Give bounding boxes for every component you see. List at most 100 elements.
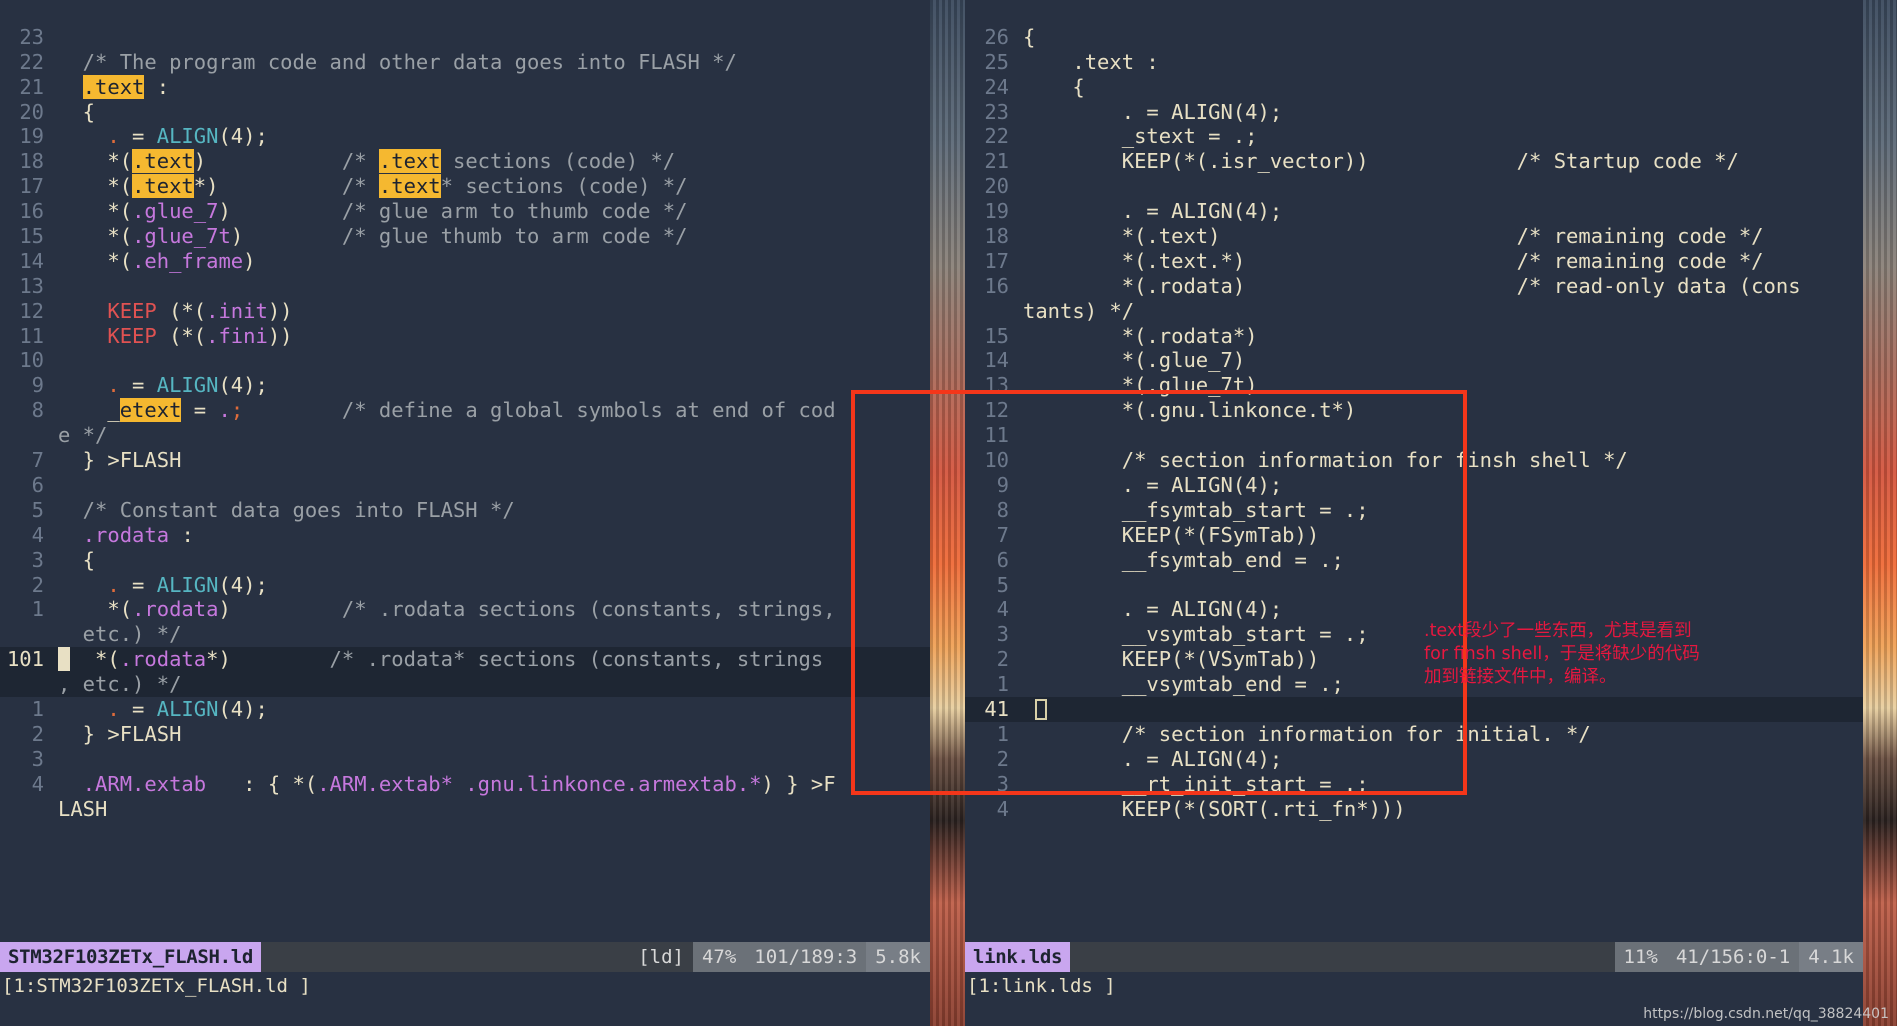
code-row: 17 *(.text*) /* .text* sections (code) *…: [0, 174, 930, 199]
tabline-right[interactable]: [1:link.lds ]: [965, 972, 1863, 1000]
tabline-left[interactable]: [1:STM32F103ZETx_FLASH.ld ]: [0, 972, 930, 1000]
text-cursor: [1035, 698, 1048, 720]
line-number: 7: [996, 522, 1009, 547]
code-text: *(.eh_frame): [58, 248, 256, 273]
code-row-wrap: , etc.) */: [0, 672, 930, 697]
code-text: __fsymtab_start = .;: [1023, 497, 1369, 522]
annotation-line: 加到链接文件中，编译。: [1424, 667, 1617, 687]
code-row: 5 /* Constant data goes into FLASH */: [0, 498, 930, 523]
code-row: 13 *(.glue_7t): [965, 373, 1863, 398]
line-number: 18: [19, 149, 44, 174]
code-row: 11 KEEP (*(.fini)): [0, 324, 930, 349]
code-row: 22 _stext = .;: [965, 124, 1863, 149]
line-number: 22: [984, 124, 1009, 149]
line-number: 6: [996, 547, 1009, 572]
line-number: 2: [31, 721, 44, 746]
code-row: 13: [0, 274, 930, 299]
line-number: 19: [984, 199, 1009, 224]
filename-label-right[interactable]: link.lds: [965, 942, 1071, 972]
annotation-line: .text段少了一些东西，尤其是看到: [1424, 621, 1692, 641]
filename-label-left[interactable]: STM32F103ZETx_FLASH.ld: [0, 942, 262, 972]
line-number: 9: [996, 472, 1009, 497]
code-row: 3 {: [0, 548, 930, 573]
code-row: 9 . = ALIGN(4);: [965, 473, 1863, 498]
line-number: 16: [19, 199, 44, 224]
code-text: *(.rodata*): [1023, 323, 1258, 348]
code-row: 1 . = ALIGN(4);: [0, 697, 930, 722]
code-text: /* section information for initial. */: [1023, 721, 1591, 746]
code-text: . = ALIGN(4);: [1023, 472, 1283, 497]
code-text: . = ALIGN(4);: [1023, 99, 1283, 124]
code-area-right[interactable]: 26{25 .text :24 {23 . = ALIGN(4); 22 _ste…: [965, 0, 1863, 930]
code-row: 2 } >FLASH: [0, 722, 930, 747]
code-lines-right: 26{25 .text :24 {23 . = ALIGN(4); 22 _ste…: [965, 0, 1863, 871]
editor-pane-right[interactable]: 26{25 .text :24 {23 . = ALIGN(4); 22 _ste…: [965, 0, 1863, 1026]
line-number: 12: [984, 398, 1009, 423]
code-row: 5: [965, 573, 1863, 598]
line-number: 19: [19, 124, 44, 149]
code-row: 6 __fsymtab_end = .;: [965, 548, 1863, 573]
line-number: 9: [31, 373, 44, 398]
code-row: 8 _etext = .; /* define a global symbols…: [0, 398, 930, 423]
line-number: 2: [996, 746, 1009, 771]
code-text: . = ALIGN(4);: [107, 373, 268, 398]
code-area-left[interactable]: 2 3 22 /* The program code and other data …: [0, 0, 930, 930]
line-number: 14: [19, 248, 44, 273]
code-row-wrap: etc.) */: [0, 622, 930, 647]
line-number: 21: [984, 149, 1009, 174]
code-row: 21 .text :: [0, 74, 930, 100]
line-number: 11: [984, 423, 1009, 448]
line-number: 13: [984, 373, 1009, 398]
code-text: /* The program code and other data goes …: [58, 49, 737, 74]
line-number: 3: [996, 771, 1009, 796]
line-number: 15: [984, 323, 1009, 348]
code-row: 20 {: [0, 100, 930, 125]
code-text: KEEP(*(FSymTab)): [1023, 522, 1320, 547]
line-number: 23: [984, 99, 1009, 124]
code-text: {: [1023, 24, 1036, 49]
code-row: 10 /* section information for finsh shel…: [965, 448, 1863, 473]
code-text: __fsymtab_end = .;: [1023, 547, 1344, 572]
line-number: 20: [19, 99, 44, 124]
line-number: 41: [984, 696, 1009, 721]
code-row: 25 .text :: [965, 50, 1863, 75]
code-text: __vsymtab_start = .;: [1023, 622, 1369, 647]
code-text: . = ALIGN(4);: [107, 124, 268, 149]
line-number: 18: [984, 224, 1009, 249]
code-text: . = ALIGN(4);: [1023, 597, 1283, 622]
code-text: *(.text) /* .text sections (code) */: [58, 149, 676, 174]
code-text: *(.text.*) /* remaining code */: [1023, 248, 1764, 273]
code-row: 4 . = ALIGN(4);: [965, 597, 1863, 622]
line-number: 22: [19, 49, 44, 74]
code-text: LASH: [58, 796, 108, 821]
file-size: 5.8k: [866, 942, 930, 972]
code-row: 1 __vsymtab_end = .;: [965, 672, 1863, 697]
code-text: /* section information for finsh shell *…: [1023, 448, 1628, 473]
code-text: .text :: [82, 74, 170, 99]
cursor-position: 41/156:0-1: [1666, 942, 1800, 972]
scroll-percent: 47%: [692, 942, 746, 972]
code-text: tants) */: [1023, 298, 1135, 323]
code-row-wrap: tants) */: [965, 299, 1863, 324]
code-row: 12 *(.gnu.linkonce.t*): [965, 398, 1863, 423]
line-number: 21: [19, 74, 44, 99]
code-text: *(.glue_7t): [1023, 373, 1258, 398]
code-text: . = ALIGN(4);: [1023, 746, 1283, 771]
code-text: {: [58, 547, 96, 572]
code-row: 4 .ARM.extab : { *(.ARM.extab* .gnu.link…: [0, 772, 930, 797]
code-text: .ARM.extab : { *(.ARM.extab* .gnu.linkon…: [82, 771, 836, 796]
code-text: KEEP(*(.isr_vector)) /* Startup code */: [1023, 149, 1739, 174]
line-number: 26: [984, 24, 1009, 49]
code-text: __rt_init_start = .;: [1023, 771, 1369, 796]
code-text: *(.text*) /* .text* sections (code) */: [58, 174, 688, 199]
code-row: 14 *(.eh_frame): [0, 249, 930, 274]
code-row: 8 __fsymtab_start = .;: [965, 498, 1863, 523]
line-number: 10: [984, 448, 1009, 473]
code-row: 23 . = ALIGN(4);: [965, 100, 1863, 125]
line-number: 8: [31, 398, 44, 423]
code-text: KEEP (*(.init)): [107, 298, 293, 323]
code-row: 1 /* section information for initial. */: [965, 722, 1863, 747]
line-number: 3: [31, 547, 44, 572]
code-row: 16 *(.rodata) /* read-only data (cons: [965, 274, 1863, 299]
editor-pane-left[interactable]: 2 3 22 /* The program code and other data …: [0, 0, 930, 1026]
